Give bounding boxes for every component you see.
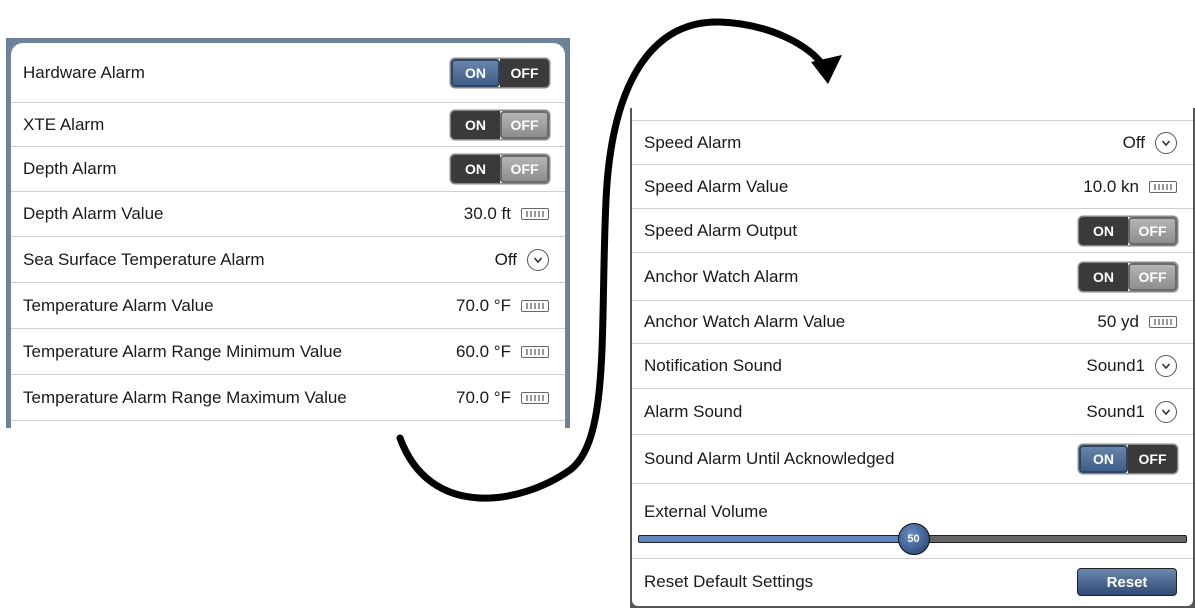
row-label: Sea Surface Temperature Alarm: [23, 249, 265, 269]
chevron-down-icon[interactable]: [1155, 131, 1177, 154]
row-label: Anchor Watch Alarm: [644, 266, 799, 286]
setting-value: Sound1: [1086, 356, 1145, 375]
row-label: Depth Alarm Value: [23, 204, 164, 223]
row-control: ON OFF: [451, 110, 565, 139]
row-control: 30.0 ft: [464, 204, 565, 224]
row-control: ON OFF: [1079, 216, 1193, 245]
row-control: Off: [1122, 131, 1193, 154]
row-label: Hardware Alarm: [23, 62, 145, 82]
toggle-on-option[interactable]: ON: [1079, 445, 1128, 473]
row-label: Depth Alarm: [23, 159, 117, 178]
settings-row-external-volume: External Volume 50: [632, 484, 1193, 559]
toggle-on-option[interactable]: ON: [451, 155, 500, 183]
settings-list: Speed Alarm Off Speed Alarm Value 10.0 kn Sp…: [632, 108, 1193, 606]
row-control: Off: [494, 248, 565, 271]
row-label: Temperature Alarm Range Minimum Value: [23, 341, 343, 361]
volume-slider[interactable]: 50: [638, 523, 1187, 555]
settings-row-speed-alarm[interactable]: Speed Alarm Off: [632, 121, 1193, 165]
row-control: Sound1: [1086, 400, 1193, 423]
settings-row-reset-default-settings: Reset Default Settings Reset: [632, 559, 1193, 605]
on-off-toggle[interactable]: ON OFF: [1079, 262, 1177, 291]
toggle-off-option[interactable]: OFF: [500, 110, 549, 139]
setting-value: Sound1: [1086, 401, 1145, 421]
chevron-down-icon[interactable]: [1155, 400, 1177, 423]
setting-value: 30.0 ft: [463, 204, 511, 223]
settings-row-depth-alarm-value[interactable]: Depth Alarm Value 30.0 ft: [11, 192, 565, 237]
on-off-toggle[interactable]: ON OFF: [451, 58, 549, 87]
settings-list: Hardware Alarm ON OFF XTE Alarm ON OFF Depth A…: [11, 43, 565, 428]
row-label: Temperature Alarm Range Maximum Value: [23, 387, 347, 407]
row-control: 70.0 °F: [456, 388, 565, 408]
row-label: Reset Default Settings: [644, 572, 814, 591]
settings-row-temperature-alarm-value[interactable]: Temperature Alarm Value 70.0 °F: [11, 283, 565, 329]
row-control: Reset: [1077, 568, 1193, 596]
row-control: 70.0 °F: [456, 296, 565, 316]
row-label: External Volume: [644, 502, 768, 521]
row-control: Sound1: [1086, 355, 1193, 377]
setting-value: 70.0 °F: [456, 295, 511, 315]
settings-row-anchor-watch-alarm-value[interactable]: Anchor Watch Alarm Value 50 yd: [632, 301, 1193, 344]
toggle-on-option[interactable]: ON: [451, 58, 500, 87]
setting-value: 50 yd: [1097, 312, 1139, 331]
on-off-toggle[interactable]: ON OFF: [1079, 216, 1177, 245]
settings-row-temperature-alarm-range-minimum-value[interactable]: Temperature Alarm Range Minimum Value 60.…: [11, 329, 565, 375]
settings-row-temperature-alarm-range-maximum-value[interactable]: Temperature Alarm Range Maximum Value 70.…: [11, 375, 565, 421]
settings-row-alarm-sound[interactable]: Alarm Sound Sound1: [632, 389, 1193, 435]
toggle-off-option[interactable]: OFF: [500, 155, 549, 183]
row-control: 60.0 °F: [456, 342, 565, 362]
row-label: XTE Alarm: [23, 114, 105, 134]
toggle-off-option[interactable]: OFF: [500, 58, 549, 87]
settings-row-hardware-alarm[interactable]: Hardware Alarm ON OFF: [11, 43, 565, 103]
toggle-off-option[interactable]: OFF: [1128, 216, 1177, 245]
row-label: Notification Sound: [644, 356, 782, 375]
row-label: Alarm Sound: [644, 401, 743, 421]
toggle-off-option[interactable]: OFF: [1128, 445, 1177, 473]
row-control: ON OFF: [1079, 262, 1193, 291]
on-off-toggle[interactable]: ON OFF: [451, 110, 549, 139]
setting-value: 60.0 °F: [456, 341, 511, 361]
toggle-on-option[interactable]: ON: [1079, 216, 1128, 245]
alarm-settings-panel-part2: Speed Alarm Off Speed Alarm Value 10.0 kn Sp…: [630, 108, 1195, 608]
row-control: ON OFF: [451, 155, 565, 183]
row-label: Anchor Watch Alarm Value: [644, 312, 846, 331]
row-control: ON OFF: [1079, 445, 1193, 473]
settings-row-speed-alarm-output[interactable]: Speed Alarm Output ON OFF: [632, 209, 1193, 253]
row-label: Sound Alarm Until Acknowledged: [644, 449, 895, 468]
toggle-on-option[interactable]: ON: [1079, 262, 1128, 291]
settings-row-notification-sound[interactable]: Notification Sound Sound1: [632, 344, 1193, 389]
row-control: 50 yd: [1097, 312, 1193, 332]
settings-row-sea-surface-temperature-alarm[interactable]: Sea Surface Temperature Alarm Off: [11, 237, 565, 283]
settings-row-sound-alarm-until-acknowledged[interactable]: Sound Alarm Until Acknowledged ON OFF: [632, 435, 1193, 484]
row-label: Speed Alarm: [644, 132, 742, 152]
row-label: Temperature Alarm Value: [23, 295, 214, 315]
on-off-toggle[interactable]: ON OFF: [451, 155, 549, 183]
row-control: ON OFF: [451, 58, 565, 87]
keyboard-icon[interactable]: [521, 345, 549, 358]
setting-value: 10.0 kn: [1083, 176, 1139, 196]
keyboard-icon[interactable]: [521, 391, 549, 404]
setting-value: Off: [494, 249, 517, 269]
keyboard-icon[interactable]: [1149, 180, 1177, 193]
settings-row-depth-alarm[interactable]: Depth Alarm ON OFF: [11, 147, 565, 192]
alarm-settings-panel-part1: Hardware Alarm ON OFF XTE Alarm ON OFF Depth A…: [6, 38, 570, 428]
slider-thumb[interactable]: 50: [897, 523, 930, 555]
row-control: 10.0 kn: [1083, 177, 1193, 197]
toggle-off-option[interactable]: OFF: [1128, 262, 1177, 291]
setting-value: Off: [1122, 132, 1145, 152]
settings-row-speed-alarm-value[interactable]: Speed Alarm Value 10.0 kn: [632, 165, 1193, 209]
row-label: Speed Alarm Value: [644, 176, 789, 196]
setting-value: 70.0 °F: [456, 387, 511, 407]
row-label: Speed Alarm Output: [644, 220, 798, 240]
keyboard-icon[interactable]: [1149, 316, 1177, 328]
keyboard-icon[interactable]: [521, 208, 549, 220]
settings-row-anchor-watch-alarm[interactable]: Anchor Watch Alarm ON OFF: [632, 253, 1193, 301]
on-off-toggle[interactable]: ON OFF: [1079, 445, 1177, 473]
keyboard-icon[interactable]: [521, 299, 549, 312]
chevron-down-icon[interactable]: [527, 248, 549, 271]
chevron-down-icon[interactable]: [1155, 355, 1177, 377]
toggle-on-option[interactable]: ON: [451, 110, 500, 139]
reset-button[interactable]: Reset: [1077, 568, 1177, 596]
settings-row-xte-alarm[interactable]: XTE Alarm ON OFF: [11, 103, 565, 147]
